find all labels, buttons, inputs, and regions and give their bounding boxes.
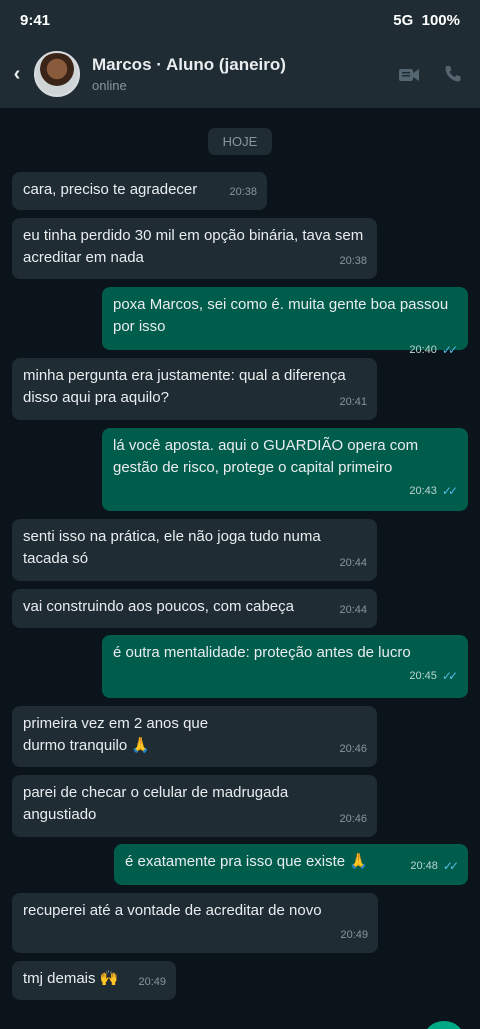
status-right: 5G 100% bbox=[393, 12, 460, 29]
message-meta: 20:43 ✓✓ bbox=[113, 480, 458, 502]
network-indicator: 5G bbox=[393, 11, 414, 29]
chat-area[interactable]: HOJE cara, preciso te agradecer 20:38 eu… bbox=[0, 108, 480, 1029]
phone-icon[interactable] bbox=[442, 63, 464, 85]
chat-header: ‹ Marcos · Aluno (janeiro) online bbox=[0, 40, 480, 108]
message-outgoing[interactable]: é outra mentalidade: proteção antes de l… bbox=[102, 635, 468, 698]
message-incoming[interactable]: cara, preciso te agradecer 20:38 bbox=[12, 172, 267, 210]
message-time: 20:46 bbox=[339, 813, 367, 825]
message-outgoing[interactable]: é exatamente pra isso que existe 🙏 20:48… bbox=[114, 844, 468, 885]
video-call-icon[interactable] bbox=[398, 63, 420, 85]
message-meta: 20:45 ✓✓ bbox=[113, 665, 458, 687]
message-text: senti isso na prática, ele não joga tudo… bbox=[23, 528, 321, 567]
message-text: primeira vez em 2 anos que durmo tranqui… bbox=[23, 715, 209, 754]
message-incoming[interactable]: eu tinha perdido 30 mil em opção binária… bbox=[12, 218, 377, 279]
contact-name: Marcos · Aluno (janeiro) bbox=[92, 55, 286, 74]
message-text: vai construindo aos poucos, com cabeça bbox=[23, 598, 294, 615]
message-time: 20:46 bbox=[339, 743, 367, 755]
read-receipt-icon: ✓✓ bbox=[442, 859, 459, 873]
message-incoming[interactable]: parei de checar o celular de madrugada a… bbox=[12, 775, 377, 837]
message-incoming[interactable]: senti isso na prática, ele não joga tudo… bbox=[12, 519, 377, 581]
avatar[interactable] bbox=[34, 51, 80, 97]
chevron-left-icon[interactable]: ‹ bbox=[0, 63, 34, 86]
message-outgoing[interactable]: lá você aposta. aqui o GUARDIÃO opera co… bbox=[102, 428, 468, 511]
message-time: 20:38 bbox=[229, 186, 257, 198]
message-time: 20:49 bbox=[138, 976, 166, 988]
message-text: cara, preciso te agradecer bbox=[23, 181, 198, 198]
message-text: lá você aposta. aqui o GUARDIÃO opera co… bbox=[113, 437, 419, 476]
read-receipt-icon: ✓✓ bbox=[441, 343, 458, 357]
message-text: minha pergunta era justamente: qual a di… bbox=[23, 367, 346, 406]
message-text: tmj demais 🙌 bbox=[23, 970, 119, 987]
read-receipt-icon: ✓✓ bbox=[441, 484, 458, 498]
message-time: 20:44 bbox=[339, 604, 367, 616]
message-text: eu tinha perdido 30 mil em opção binária… bbox=[23, 227, 364, 266]
battery-level: 100% bbox=[421, 11, 460, 29]
message-time: 20:45 bbox=[409, 670, 437, 682]
message-incoming[interactable]: tmj demais 🙌 20:49 bbox=[12, 961, 176, 1000]
message-incoming[interactable]: vai construindo aos poucos, com cabeça 2… bbox=[12, 589, 377, 628]
message-incoming[interactable]: minha pergunta era justamente: qual a di… bbox=[12, 358, 377, 420]
message-text: é outra mentalidade: proteção antes de l… bbox=[113, 644, 411, 661]
day-separator: HOJE bbox=[208, 128, 272, 155]
read-receipt-icon: ✓✓ bbox=[441, 669, 458, 683]
message-time: 20:38 bbox=[339, 255, 367, 267]
message-text: parei de checar o celular de madrugada a… bbox=[23, 784, 289, 823]
message-time: 20:41 bbox=[339, 396, 367, 408]
message-time: 20:44 bbox=[339, 557, 367, 569]
message-time: 20:40 bbox=[409, 344, 437, 356]
header-actions bbox=[398, 63, 480, 85]
message-text: é exatamente pra isso que existe 🙏 bbox=[125, 853, 368, 870]
message-time: 20:48 bbox=[410, 860, 438, 872]
contact-status: online bbox=[92, 78, 127, 93]
message-incoming[interactable]: recuperei até a vontade de acreditar de … bbox=[12, 893, 378, 953]
message-meta: 20:48 ✓✓ bbox=[410, 855, 459, 877]
message-time: 20:43 bbox=[409, 485, 437, 497]
message-text: recuperei até a vontade de acreditar de … bbox=[23, 902, 322, 919]
status-bar: 9:41 5G 100% bbox=[0, 0, 480, 40]
message-outgoing[interactable]: poxa Marcos, sei como é. muita gente boa… bbox=[102, 287, 468, 357]
message-text: poxa Marcos, sei como é. muita gente boa… bbox=[113, 296, 449, 335]
message-incoming[interactable]: primeira vez em 2 anos que durmo tranqui… bbox=[12, 706, 377, 767]
contact-info[interactable]: Marcos · Aluno (janeiro) online bbox=[92, 55, 398, 93]
status-time: 9:41 bbox=[20, 11, 51, 29]
message-time: 20:49 bbox=[340, 929, 368, 941]
